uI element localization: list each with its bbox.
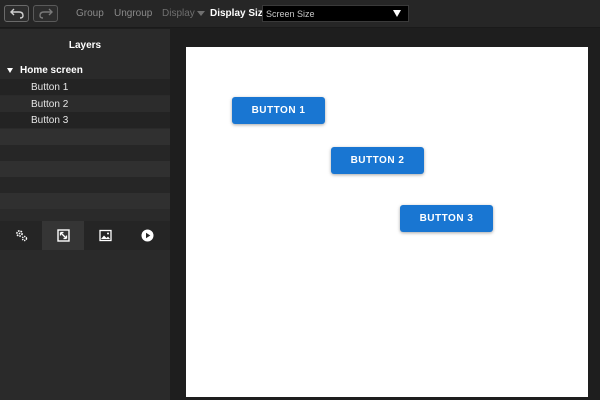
image-icon [98,229,112,242]
tab-play[interactable] [126,221,168,250]
empty-row [0,161,170,177]
expand-caret-icon[interactable] [7,68,13,73]
canvas-button-3[interactable]: BUTTON 3 [400,205,493,232]
layer-label: Button 3 [31,115,69,126]
layers-title: Layers [68,40,102,51]
layers-panel: Layers Home screen Button 1 Button 2 But… [0,29,170,400]
canvas-button-1[interactable]: BUTTON 1 [232,97,325,124]
empty-row [0,129,170,145]
canvas-area: BUTTON 1 BUTTON 2 BUTTON 3 [170,29,600,400]
design-canvas[interactable]: BUTTON 1 BUTTON 2 BUTTON 3 [186,47,588,397]
empty-row [0,193,170,209]
undo-icon [9,8,24,19]
layer-item-button-3[interactable]: Button 3 [0,112,170,128]
group-button[interactable]: Group [76,8,104,19]
tab-resize[interactable] [42,221,84,250]
canvas-button-2[interactable]: BUTTON 2 [331,147,424,174]
play-icon [141,229,153,242]
display-size-select[interactable]: Screen Size [262,5,409,22]
resize-icon [56,229,70,242]
layer-label: Button 1 [31,82,69,93]
undo-button[interactable] [4,5,29,22]
layer-item-button-1[interactable]: Button 1 [0,79,170,95]
display-menu[interactable]: Display [162,8,195,19]
layer-label: Home screen [20,65,83,76]
toolbar: Group Ungroup Display Display Size : Scr… [0,0,600,28]
redo-icon [38,8,53,19]
redo-button[interactable] [33,5,58,22]
layer-item-button-2[interactable]: Button 2 [0,96,170,112]
caret-down-icon [393,10,401,17]
layer-root-home-screen[interactable]: Home screen [0,62,170,78]
ungroup-button[interactable]: Ungroup [114,8,152,19]
empty-row [0,177,170,193]
empty-row [0,145,170,161]
caret-down-icon[interactable] [197,11,205,16]
tab-image[interactable] [84,221,126,250]
settings-icon [15,230,27,242]
panel-tab-bar [0,221,170,250]
layer-label: Button 2 [31,99,69,110]
tab-settings[interactable] [0,221,42,250]
display-size-value: Screen Size [266,9,315,19]
